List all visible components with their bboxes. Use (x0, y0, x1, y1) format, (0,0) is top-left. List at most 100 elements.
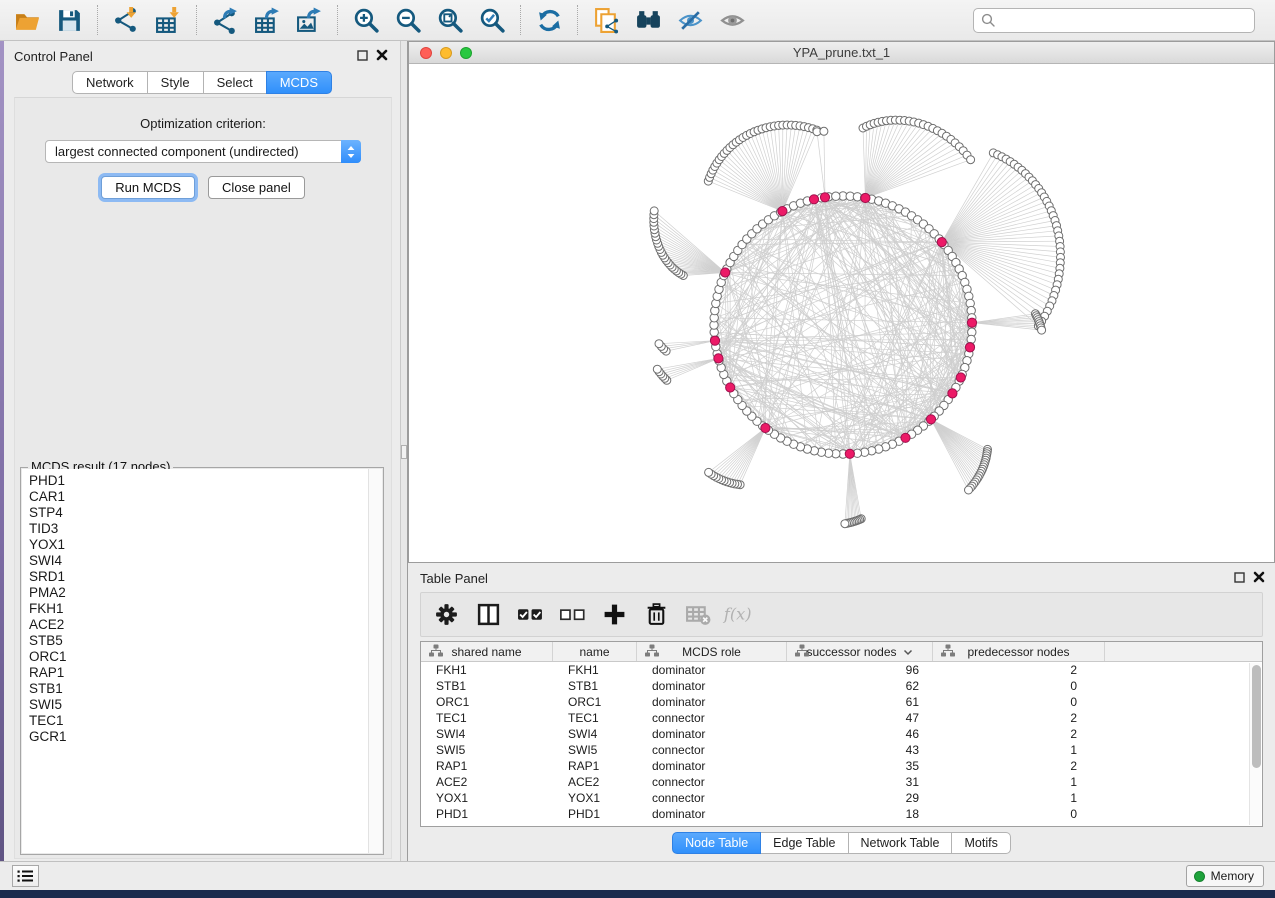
search-icon (981, 13, 995, 27)
column-header-successor-nodes[interactable]: successor nodes (787, 642, 933, 661)
run-mcds-button[interactable]: Run MCDS (101, 176, 195, 199)
search-box[interactable] (973, 8, 1255, 33)
mcds-result-item[interactable]: PHD1 (29, 473, 368, 489)
cell-name: SWI4 (553, 727, 637, 741)
table-row[interactable]: SWI4SWI4dominator462 (421, 726, 1262, 742)
maximize-window-icon[interactable] (460, 47, 472, 59)
close-table-panel-icon[interactable] (1253, 571, 1265, 583)
tab-motifs[interactable]: Motifs (951, 832, 1010, 854)
close-panel-icon[interactable] (376, 49, 388, 61)
tab-style[interactable]: Style (147, 71, 204, 94)
first-neighbors-icon[interactable] (627, 3, 669, 37)
tab-mcds[interactable]: MCDS (266, 71, 332, 94)
zoom-selected-icon[interactable] (471, 3, 513, 37)
unselect-all-icon[interactable] (553, 597, 591, 633)
tab-edge-table[interactable]: Edge Table (760, 832, 848, 854)
zoom-fit-icon[interactable] (429, 3, 471, 37)
cell-MCDS-role: dominator (637, 695, 787, 709)
splitter-grip[interactable] (401, 445, 407, 459)
split-panel-icon[interactable] (469, 597, 507, 633)
column-header-name[interactable]: name (553, 642, 637, 661)
column-type-icon (941, 644, 955, 660)
mcds-result-item[interactable]: CAR1 (29, 489, 368, 505)
mcds-result-item[interactable]: YOX1 (29, 537, 368, 553)
import-network-icon[interactable] (105, 3, 147, 37)
cell-name: ORC1 (553, 695, 637, 709)
mcds-tab-content: Optimization criterion: largest connecte… (14, 97, 392, 859)
table-row[interactable]: PHD1PHD1dominator180 (421, 806, 1262, 822)
save-session-icon[interactable] (48, 3, 90, 37)
table-row[interactable]: YOX1YOX1connector291 (421, 790, 1262, 806)
table-row[interactable]: STB1STB1dominator620 (421, 678, 1262, 694)
zoom-in-icon[interactable] (345, 3, 387, 37)
mcds-result-item[interactable]: GCR1 (29, 729, 368, 745)
tab-network[interactable]: Network (72, 71, 148, 94)
tab-node-table[interactable]: Node Table (672, 832, 761, 854)
cell-shared-name: TEC1 (421, 711, 553, 725)
export-image-icon[interactable] (288, 3, 330, 37)
column-header-predecessor-nodes[interactable]: predecessor nodes (933, 642, 1105, 661)
float-table-panel-icon[interactable] (1234, 572, 1245, 583)
mcds-result-item[interactable]: SWI5 (29, 697, 368, 713)
close-panel-button[interactable]: Close panel (208, 176, 305, 199)
minimize-window-icon[interactable] (440, 47, 452, 59)
table-row[interactable]: RAP1RAP1dominator352 (421, 758, 1262, 774)
select-all-icon[interactable] (511, 597, 549, 633)
new-network-from-selection-icon[interactable] (585, 3, 627, 37)
network-window-titlebar[interactable]: YPA_prune.txt_1 (409, 42, 1274, 64)
hide-selected-icon[interactable] (669, 3, 711, 37)
close-window-icon[interactable] (420, 47, 432, 59)
delete-column-icon[interactable] (637, 597, 675, 633)
table-scrollbar[interactable] (1249, 663, 1261, 825)
mcds-result-item[interactable]: FKH1 (29, 601, 368, 617)
table-toolbar: f(x) (420, 592, 1263, 637)
mcds-result-item[interactable]: STP4 (29, 505, 368, 521)
mcds-result-item[interactable]: STB5 (29, 633, 368, 649)
search-input[interactable] (1000, 13, 1247, 28)
tab-select[interactable]: Select (203, 71, 267, 94)
table-row[interactable]: SWI5SWI5connector431 (421, 742, 1262, 758)
optimization-criterion-select[interactable]: largest connected component (undirected) (45, 140, 361, 163)
vertical-splitter[interactable] (400, 41, 408, 861)
cell-shared-name: SWI5 (421, 743, 553, 757)
add-column-icon[interactable] (595, 597, 633, 633)
float-panel-icon[interactable] (357, 50, 368, 61)
show-all-icon[interactable] (711, 3, 753, 37)
column-type-icon (429, 644, 443, 660)
refresh-icon[interactable] (528, 3, 570, 37)
mcds-result-item[interactable]: ORC1 (29, 649, 368, 665)
zoom-out-icon[interactable] (387, 3, 429, 37)
mcds-result-item[interactable]: TID3 (29, 521, 368, 537)
mcds-result-item[interactable]: PMA2 (29, 585, 368, 601)
export-table-icon[interactable] (246, 3, 288, 37)
table-settings-icon[interactable] (427, 597, 465, 633)
table-row[interactable]: FKH1FKH1dominator962 (421, 662, 1262, 678)
column-label: shared name (451, 645, 521, 659)
open-file-icon[interactable] (6, 3, 48, 37)
mcds-result-item[interactable]: TEC1 (29, 713, 368, 729)
export-network-icon[interactable] (204, 3, 246, 37)
network-canvas[interactable] (409, 64, 1274, 562)
show-panels-button[interactable] (12, 865, 39, 887)
table-scrollbar-thumb[interactable] (1252, 665, 1261, 768)
import-table-icon[interactable] (147, 3, 189, 37)
mcds-result-item[interactable]: RAP1 (29, 665, 368, 681)
tab-network-table[interactable]: Network Table (848, 832, 953, 854)
table-row[interactable]: ORC1ORC1dominator610 (421, 694, 1262, 710)
memory-button[interactable]: Memory (1186, 865, 1264, 887)
mcds-list-scrollbar[interactable] (368, 469, 382, 853)
table-header-row: shared name nameMCDS rolesuccessor nodesp… (421, 642, 1262, 662)
cell-successor-nodes: 46 (787, 727, 933, 741)
table-row[interactable]: TEC1TEC1connector472 (421, 710, 1262, 726)
cell-MCDS-role: connector (637, 791, 787, 805)
mcds-result-item[interactable]: STB1 (29, 681, 368, 697)
column-header-MCDS-role[interactable]: MCDS role (637, 642, 787, 661)
cell-name: TEC1 (553, 711, 637, 725)
mcds-result-item[interactable]: SRD1 (29, 569, 368, 585)
column-header-shared-name[interactable]: shared name (421, 642, 553, 661)
mcds-result-item[interactable]: ACE2 (29, 617, 368, 633)
cell-name: YOX1 (553, 791, 637, 805)
mcds-result-item[interactable]: SWI4 (29, 553, 368, 569)
mcds-result-list[interactable]: PHD1CAR1STP4TID3YOX1SWI4SRD1PMA2FKH1ACE2… (22, 469, 368, 853)
table-row[interactable]: ACE2ACE2connector311 (421, 774, 1262, 790)
